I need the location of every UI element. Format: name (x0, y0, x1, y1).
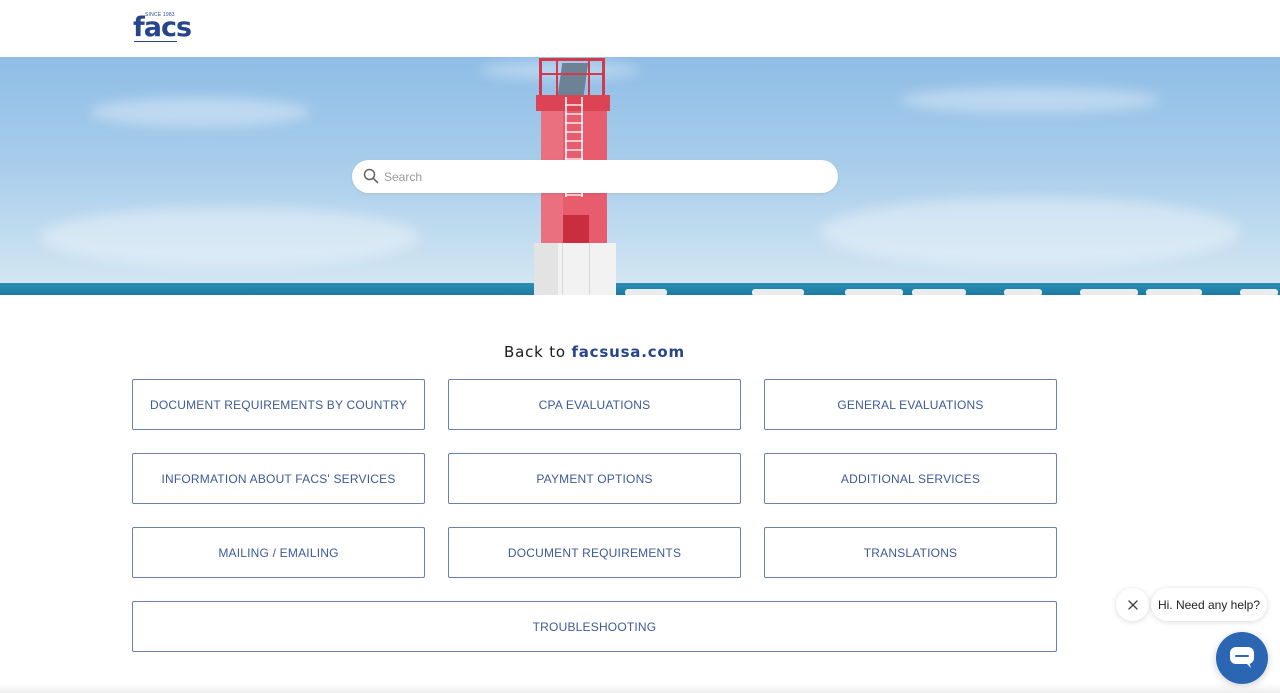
chat-bubble-icon (1230, 647, 1254, 668)
lighthouse-base-shade (534, 243, 558, 295)
breakwater-rock (625, 289, 667, 295)
breakwater-rock (912, 289, 966, 295)
chat-greeting[interactable]: Hi. Need any help? (1151, 588, 1267, 621)
lighthouse-railing-bar (539, 73, 605, 75)
lighthouse-railing-post (588, 58, 590, 96)
breakwater-rock (1146, 289, 1202, 295)
search-input[interactable] (384, 167, 824, 187)
back-to-site: Back to facsusa.com (0, 343, 1189, 361)
lighthouse-railing-post (556, 58, 558, 96)
cloud (90, 97, 310, 127)
cloud (900, 87, 1160, 113)
lighthouse-upper-door (563, 215, 589, 243)
search-bar[interactable] (352, 160, 838, 193)
lighthouse-base-door (562, 243, 590, 295)
chat-launcher-button[interactable] (1216, 632, 1268, 684)
facs-logo[interactable]: SINCE 1983 facs (133, 12, 192, 44)
cloud (40, 207, 420, 267)
category-translations[interactable]: TRANSLATIONS (764, 527, 1057, 578)
back-prefix: Back to (504, 343, 566, 361)
category-information-about-services[interactable]: INFORMATION ABOUT FACS' SERVICES (132, 453, 425, 504)
lighthouse-railing (539, 58, 605, 96)
category-payment-options[interactable]: PAYMENT OPTIONS (448, 453, 741, 504)
logo-underline (134, 41, 177, 42)
breakwater-rock (1004, 289, 1042, 295)
cloud (820, 197, 1240, 267)
category-troubleshooting[interactable]: TROUBLESHOOTING (132, 601, 1057, 652)
category-document-requirements[interactable]: DOCUMENT REQUIREMENTS (448, 527, 741, 578)
search-icon (363, 168, 379, 184)
breakwater-rock (1240, 289, 1278, 295)
category-cpa-evaluations[interactable]: CPA EVALUATIONS (448, 379, 741, 430)
facsusa-link[interactable]: facsusa.com (571, 343, 685, 361)
bottom-edge (0, 683, 1280, 693)
breakwater-rock (752, 289, 804, 295)
category-mailing-emailing[interactable]: MAILING / EMAILING (132, 527, 425, 578)
logo-wordmark: facs (133, 12, 192, 43)
category-document-requirements-by-country[interactable]: DOCUMENT REQUIREMENTS BY COUNTRY (132, 379, 425, 430)
chat-close-button[interactable] (1116, 588, 1149, 621)
breakwater-rock (1080, 289, 1138, 295)
category-additional-services[interactable]: ADDITIONAL SERVICES (764, 453, 1057, 504)
hero-banner (0, 57, 1280, 295)
breakwater-rock (845, 289, 903, 295)
category-general-evaluations[interactable]: GENERAL EVALUATIONS (764, 379, 1057, 430)
site-header: SINCE 1983 facs (0, 0, 1280, 57)
close-icon (1127, 599, 1138, 610)
